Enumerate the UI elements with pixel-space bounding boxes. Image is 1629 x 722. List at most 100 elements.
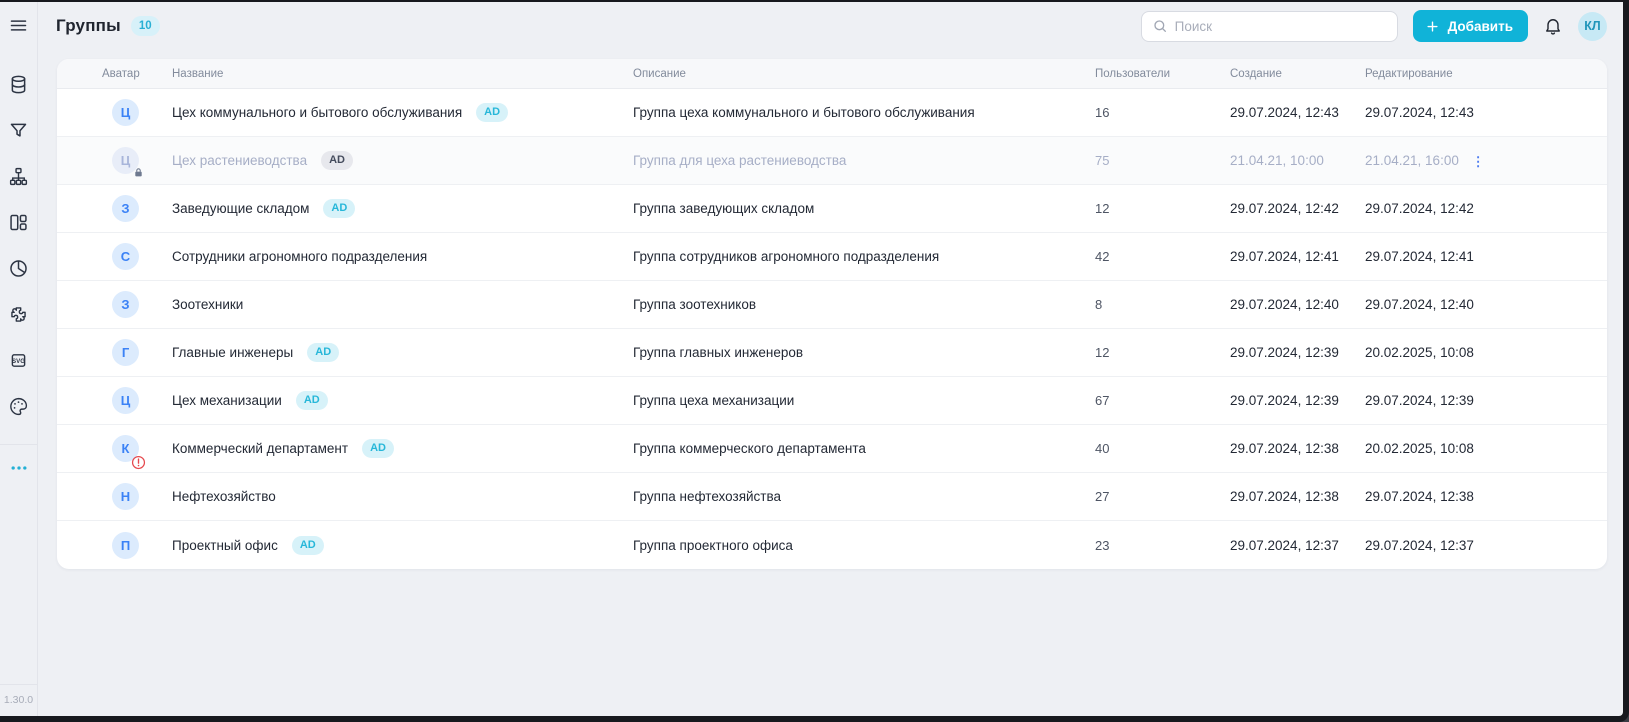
edited-date: 29.07.2024, 12:41 (1365, 249, 1474, 264)
database-icon[interactable] (8, 74, 29, 95)
search-box[interactable] (1141, 11, 1398, 42)
users-cell: 12 (1095, 345, 1230, 360)
sidebar: SVG 1.30.0 (0, 2, 38, 716)
pie-chart-icon[interactable] (8, 258, 29, 279)
more-ellipsis-icon[interactable] (9, 458, 29, 483)
column-header-created: Создание (1230, 68, 1365, 80)
table-row[interactable]: З Заведующие складом AD Группа заведующи… (57, 185, 1607, 233)
created-date: 29.07.2024, 12:41 (1230, 249, 1339, 264)
group-description: Группа заведующих складом (633, 201, 814, 216)
edited-cell: 29.07.2024, 12:43 (1365, 105, 1595, 120)
group-name: Заведующие складом (172, 201, 309, 216)
sitemap-icon[interactable] (8, 166, 29, 187)
group-avatar: З (112, 291, 139, 318)
avatar-cell: З (110, 291, 172, 318)
table-row[interactable]: Н Нефтехозяйство Группа нефтехозяйства 2… (57, 473, 1607, 521)
description-cell: Группа для цеха растениеводства (633, 153, 1095, 168)
svg-text:SVG: SVG (12, 358, 25, 365)
add-button-label: Добавить (1448, 19, 1513, 34)
created-cell: 29.07.2024, 12:40 (1230, 297, 1365, 312)
table-row[interactable]: С Сотрудники агрономного подразделения Г… (57, 233, 1607, 281)
search-input[interactable] (1175, 19, 1387, 34)
group-name: Сотрудники агрономного подразделения (172, 249, 427, 264)
avatar-cell: Н (110, 483, 172, 510)
edited-date: 29.07.2024, 12:38 (1365, 489, 1474, 504)
table-row[interactable]: К Коммерческий департамент AD Группа ком… (57, 425, 1607, 473)
warning-icon (131, 455, 146, 470)
created-date: 29.07.2024, 12:40 (1230, 297, 1339, 312)
edited-cell: 20.02.2025, 10:08 (1365, 345, 1595, 360)
table-row[interactable]: Ц Цех коммунального и бытового обслужива… (57, 89, 1607, 137)
table-row[interactable]: З Зоотехники Группа зоотехников 8 29.07.… (57, 281, 1607, 329)
edited-cell: 29.07.2024, 12:37 (1365, 538, 1595, 553)
group-avatar: С (112, 243, 139, 270)
group-avatar: Н (112, 483, 139, 510)
users-count: 40 (1095, 441, 1109, 456)
page-title: Группы (56, 16, 121, 36)
description-cell: Группа нефтехозяйства (633, 489, 1095, 504)
add-group-button[interactable]: Добавить (1413, 10, 1528, 42)
name-cell: Цех коммунального и бытового обслуживани… (172, 103, 633, 122)
column-header-description: Описание (633, 68, 1095, 80)
edited-date: 20.02.2025, 10:08 (1365, 441, 1474, 456)
group-name: Цех коммунального и бытового обслуживани… (172, 105, 462, 120)
created-date: 29.07.2024, 12:42 (1230, 201, 1339, 216)
name-cell: Цех растениеводства AD (172, 151, 633, 170)
table-row[interactable]: Ц Цех механизации AD Группа цеха механиз… (57, 377, 1607, 425)
group-description: Группа цеха коммунального и бытового обс… (633, 105, 975, 120)
description-cell: Группа зоотехников (633, 297, 1095, 312)
palette-icon[interactable] (8, 396, 29, 417)
name-cell: Главные инженеры AD (172, 343, 633, 362)
table-body: Ц Цех коммунального и бытового обслужива… (57, 89, 1607, 569)
edited-date: 29.07.2024, 12:39 (1365, 393, 1474, 408)
table-row[interactable]: Г Главные инженеры AD Группа главных инж… (57, 329, 1607, 377)
topbar: Группы 10 Добавить КЛ (38, 2, 1623, 50)
row-kebab-menu-icon[interactable]: ⋮ (1472, 155, 1485, 168)
column-header-name: Название (172, 68, 633, 80)
created-cell: 21.04.21, 10:00 (1230, 153, 1365, 168)
group-name: Цех механизации (172, 393, 282, 408)
avatar-cell: П (110, 532, 172, 559)
edited-date: 29.07.2024, 12:43 (1365, 105, 1474, 120)
table-row[interactable]: Ц Цех растениеводства AD Группа для цеха… (57, 137, 1607, 185)
created-cell: 29.07.2024, 12:39 (1230, 393, 1365, 408)
users-cell: 23 (1095, 538, 1230, 553)
layout-icon[interactable] (8, 212, 29, 233)
users-cell: 8 (1095, 297, 1230, 312)
group-avatar: Г (112, 339, 139, 366)
group-description: Группа сотрудников агрономного подраздел… (633, 249, 939, 264)
group-avatar: Ц (112, 99, 139, 126)
puzzle-icon[interactable] (8, 304, 29, 325)
svg-file-icon[interactable]: SVG (8, 350, 29, 371)
group-avatar: З (112, 195, 139, 222)
plus-icon (1425, 19, 1440, 34)
created-cell: 29.07.2024, 12:38 (1230, 441, 1365, 456)
hamburger-menu-icon[interactable] (8, 15, 29, 41)
main-area: Группы 10 Добавить КЛ (38, 2, 1623, 716)
description-cell: Группа цеха коммунального и бытового обс… (633, 105, 1095, 120)
group-description: Группа главных инженеров (633, 345, 803, 360)
users-count: 27 (1095, 489, 1109, 504)
users-count: 12 (1095, 201, 1109, 216)
created-date: 29.07.2024, 12:39 (1230, 393, 1339, 408)
created-cell: 29.07.2024, 12:43 (1230, 105, 1365, 120)
name-cell: Цех механизации AD (172, 391, 633, 410)
created-date: 29.07.2024, 12:38 (1230, 489, 1339, 504)
edited-cell: 29.07.2024, 12:40 (1365, 297, 1595, 312)
avatar-cell: К (110, 435, 172, 462)
group-avatar: П (112, 532, 139, 559)
filter-icon[interactable] (8, 120, 29, 141)
name-cell: Сотрудники агрономного подразделения (172, 249, 633, 264)
description-cell: Группа главных инженеров (633, 345, 1095, 360)
name-cell: Нефтехозяйство (172, 489, 633, 504)
table-row[interactable]: П Проектный офис AD Группа проектного оф… (57, 521, 1607, 569)
created-date: 29.07.2024, 12:39 (1230, 345, 1339, 360)
avatar-cell: Ц (110, 387, 172, 414)
user-avatar[interactable]: КЛ (1578, 12, 1607, 41)
notifications-bell-icon[interactable] (1543, 16, 1563, 36)
created-cell: 29.07.2024, 12:42 (1230, 201, 1365, 216)
name-cell: Проектный офис AD (172, 536, 633, 555)
groups-table-card: Аватар Название Описание Пользователи Со… (57, 59, 1607, 569)
lock-icon (133, 167, 144, 178)
users-cell: 27 (1095, 489, 1230, 504)
